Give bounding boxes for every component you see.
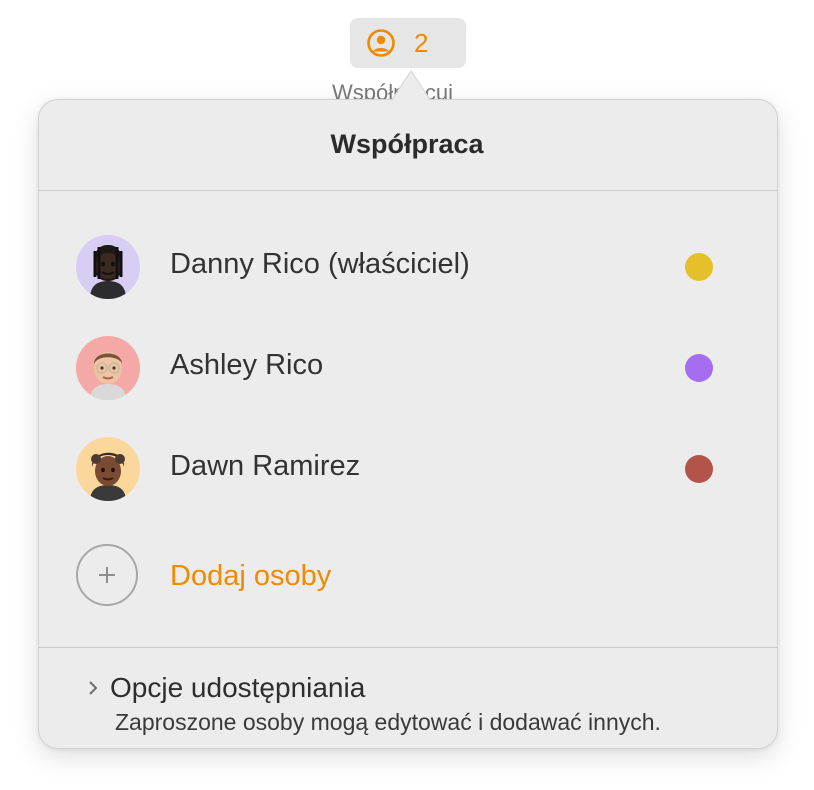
footer-divider: [38, 647, 778, 648]
popover-arrow: [391, 70, 431, 101]
participant-name: Dawn Ramirez: [170, 450, 361, 482]
participant-color-dot: [685, 253, 713, 281]
collaborate-button[interactable]: 2: [350, 18, 466, 68]
memoji-avatar-icon: [76, 235, 140, 299]
memoji-avatar-icon: [76, 437, 140, 501]
participant-name: Ashley Rico: [170, 349, 324, 381]
share-options-description: Zaproszone osoby mogą edytować i dodawać…: [115, 709, 661, 735]
popover-title: Współpraca: [330, 129, 484, 159]
participant-color-dot: [685, 455, 713, 483]
collaborator-count: 2: [414, 27, 429, 58]
collaboration-popover: [38, 99, 778, 749]
participant-row: Danny Rico (właściciel): [38, 232, 778, 302]
participant-row: Dawn Ramirez: [38, 434, 778, 504]
participant-row: Ashley Rico: [38, 333, 778, 403]
participant-color-dot: [685, 354, 713, 382]
add-people-label: Dodaj osoby: [170, 560, 332, 592]
share-options-label: Opcje udostępniania: [110, 672, 366, 703]
plus-icon: [76, 544, 138, 606]
share-options-disclosure[interactable]: Opcje udostępniania: [86, 670, 365, 706]
person-circle-icon: [367, 29, 395, 57]
chevron-right-icon: [89, 681, 98, 695]
memoji-avatar-icon: [76, 336, 140, 400]
add-people-button[interactable]: Dodaj osoby: [38, 542, 778, 612]
participant-name: Danny Rico (właściciel): [170, 248, 470, 280]
title-divider: [38, 190, 778, 191]
